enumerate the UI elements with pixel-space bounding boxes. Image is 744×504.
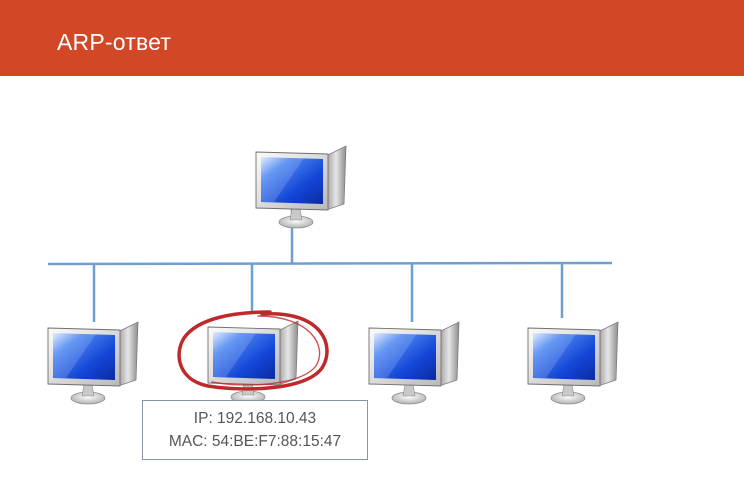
network-bus: [47, 200, 613, 322]
ip-address-label: IP: 192.168.10.43: [193, 410, 317, 427]
bus-line: [47, 261, 613, 266]
monitor-icon: [255, 145, 347, 229]
monitor-icon: [368, 321, 460, 405]
monitor-icon: [527, 321, 619, 405]
monitor-icon: [207, 320, 299, 404]
monitor-icon: [47, 321, 139, 405]
address-info-box: IP: 192.168.10.43 MAC: 54:BE:F7:88:15:47: [142, 400, 368, 460]
mac-address-label: MAC: 54:BE:F7:88:15:47: [168, 433, 342, 450]
network-diagram: [47, 145, 619, 405]
